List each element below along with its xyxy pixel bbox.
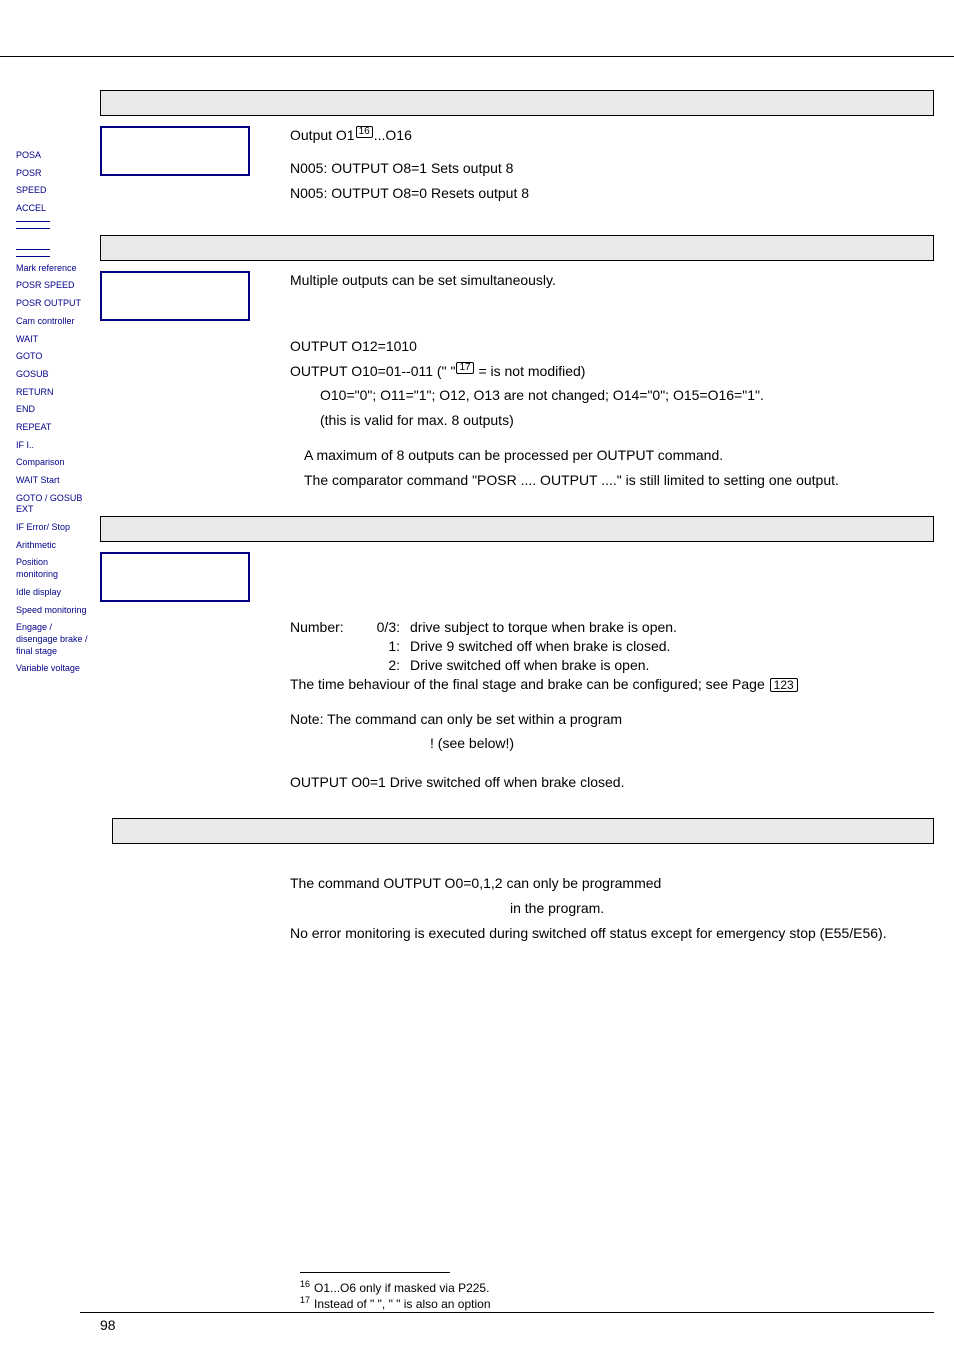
sidebar-item[interactable]: POSR SPEED (16, 280, 91, 292)
output-range-text: Output O116...O16 (290, 126, 529, 145)
sidebar-item[interactable]: Idle display (16, 587, 91, 599)
sidebar-item[interactable]: Variable voltage (16, 663, 91, 675)
sidebar-item[interactable]: Position monitoring (16, 557, 91, 580)
num: 0/3: (370, 618, 410, 637)
code-line: OUTPUT O0=1 Drive switched off when brak… (290, 773, 934, 792)
code-line: OUTPUT O12=1010 (290, 337, 934, 356)
text: A maximum of 8 outputs can be processed … (290, 446, 934, 465)
sidebar-item[interactable]: Mark reference (16, 263, 91, 275)
sidebar-item[interactable]: POSR (16, 168, 91, 180)
sidebar-item[interactable]: Comparison (16, 457, 91, 469)
sidebar-item[interactable]: REPEAT (16, 422, 91, 434)
sidebar-divider (16, 249, 50, 250)
text: Note: The command can only be set within… (290, 710, 934, 729)
subsection-box (100, 271, 250, 321)
text: in the program. (290, 899, 934, 918)
text: The time behaviour of the final stage an… (290, 676, 769, 692)
sidebar-item[interactable]: POSR OUTPUT (16, 298, 91, 310)
sidebar-divider (16, 221, 50, 222)
sidebar-item[interactable]: END (16, 404, 91, 416)
text: ...O16 (374, 127, 412, 143)
section-header-box (112, 818, 934, 844)
sidebar-item[interactable]: POSA (16, 150, 91, 162)
text: O10="0"; O11="1"; O12, O13 are not chang… (290, 386, 934, 405)
page-ref[interactable]: 123 (770, 678, 798, 692)
text: ! (see below!) (290, 734, 934, 753)
text: The command OUTPUT O0=0,1,2 can only be … (290, 874, 934, 893)
code-line: N005: OUTPUT O8=1 Sets output 8 (290, 159, 529, 178)
text: Output O1 (290, 127, 355, 143)
text: (this is valid for max. 8 outputs) (290, 411, 934, 430)
sidebar-item[interactable]: IF Error/ Stop (16, 522, 91, 534)
text: The time behaviour of the final stage an… (290, 675, 934, 694)
text: = is not modified) (475, 363, 586, 379)
text: Multiple outputs can be set simultaneous… (290, 271, 556, 290)
sidebar-item[interactable]: Speed monitoring (16, 605, 91, 617)
text: OUTPUT O10=01--011 (" " (290, 363, 455, 379)
num: 2: (370, 656, 410, 675)
sidebar-item[interactable]: GOTO / GOSUB EXT (16, 493, 91, 516)
sidebar-item[interactable]: Cam controller (16, 316, 91, 328)
text: Drive switched off when brake is open. (410, 656, 649, 675)
code-line: OUTPUT O10=01--011 (" "17 = is not modif… (290, 362, 934, 381)
code-line: N005: OUTPUT O8=0 Resets output 8 (290, 184, 529, 203)
footnote-text: O1...O6 only if masked via P225. (314, 1281, 489, 1295)
footnote-separator (300, 1272, 450, 1273)
sidebar-item[interactable]: WAIT Start (16, 475, 91, 487)
subsection-box (100, 126, 250, 176)
sidebar-item[interactable]: IF I.. (16, 440, 91, 452)
sidebar-item[interactable]: SPEED (16, 185, 91, 197)
sidebar-divider (16, 228, 50, 229)
text: The comparator command "POSR .... OUTPUT… (290, 471, 934, 490)
text: Drive 9 switched off when brake is close… (410, 637, 670, 656)
sidebar-divider (16, 256, 50, 257)
sidebar-item[interactable]: GOTO (16, 351, 91, 363)
num: 1: (370, 637, 410, 656)
footnote: 16O1...O6 only if masked via P225. (300, 1279, 491, 1295)
footnotes: 16O1...O6 only if masked via P225. 17Ins… (300, 1272, 491, 1311)
main-content: Output O116...O16 N005: OUTPUT O8=1 Sets… (100, 90, 934, 1291)
footnote-ref[interactable]: 16 (356, 126, 373, 138)
top-rule (0, 56, 954, 57)
section-header-box (100, 235, 934, 261)
sidebar: POSA POSR SPEED ACCEL Mark reference POS… (16, 150, 91, 681)
page-number: 98 (100, 1317, 116, 1333)
sidebar-item[interactable]: Arithmetic (16, 540, 91, 552)
sidebar-item[interactable]: ACCEL (16, 203, 91, 215)
footnote-text: Instead of " ", " " is also an option (314, 1297, 490, 1311)
section-header-box (100, 90, 934, 116)
text: No error monitoring is executed during s… (290, 924, 934, 943)
sidebar-item[interactable]: RETURN (16, 387, 91, 399)
footnote: 17Instead of " ", " " is also an option (300, 1295, 491, 1311)
sidebar-item[interactable]: GOSUB (16, 369, 91, 381)
section-header-box (100, 516, 934, 542)
sidebar-item[interactable]: WAIT (16, 334, 91, 346)
label: Number: (290, 618, 370, 637)
text: drive subject to torque when brake is op… (410, 618, 677, 637)
bottom-rule (80, 1312, 934, 1313)
subsection-box (100, 552, 250, 602)
sidebar-item[interactable]: Engage / disengage brake / final stage (16, 622, 91, 657)
footnote-ref[interactable]: 17 (456, 362, 473, 374)
